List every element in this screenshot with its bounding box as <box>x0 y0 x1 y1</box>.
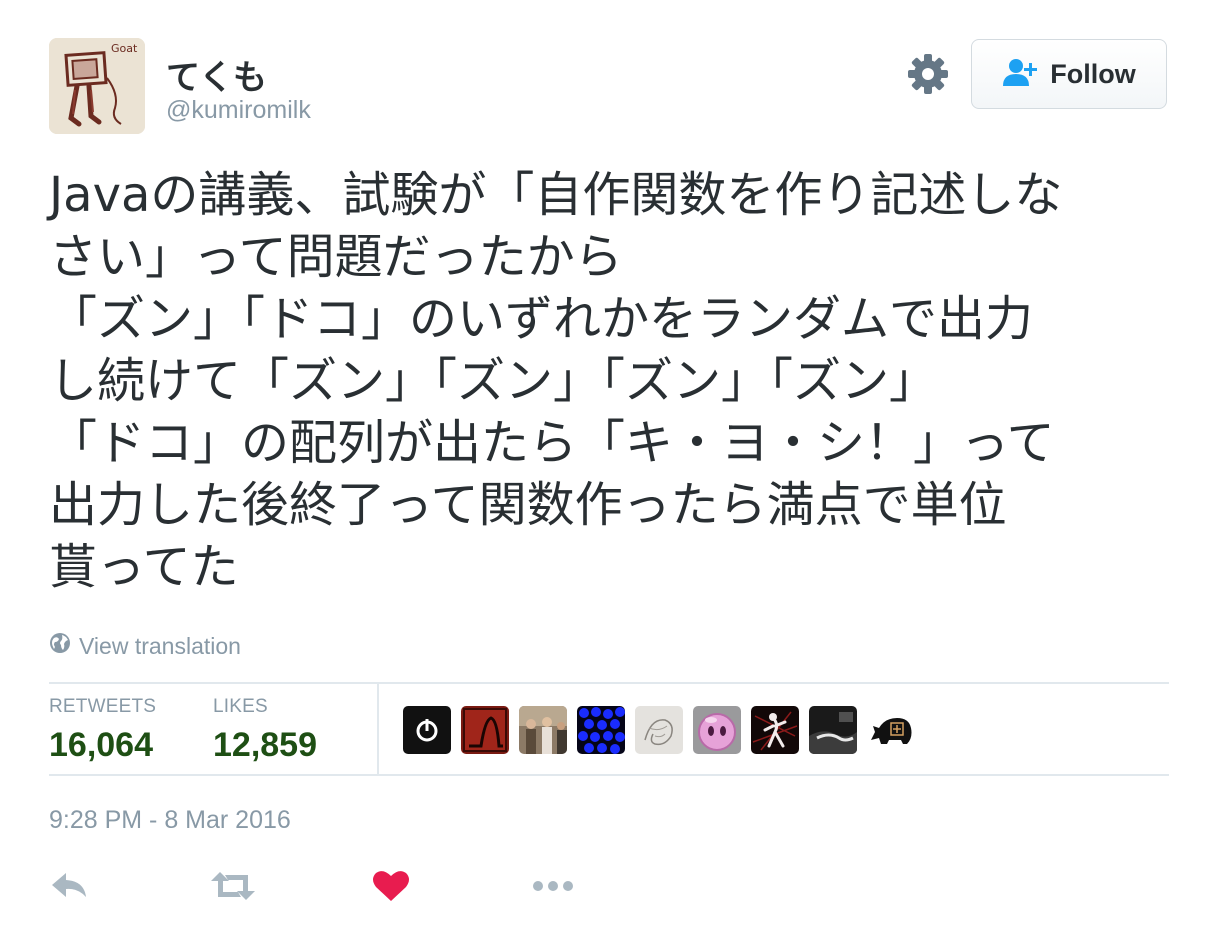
svg-text:Goat: Goat <box>111 42 138 55</box>
divider <box>49 682 1169 684</box>
add-user-icon <box>1002 57 1040 92</box>
liker-avatar[interactable] <box>867 706 915 754</box>
follow-button[interactable]: Follow <box>971 39 1167 109</box>
globe-icon <box>49 632 71 660</box>
view-translation-label: View translation <box>79 632 241 659</box>
like-icon[interactable] <box>372 864 410 908</box>
retweets-stat[interactable]: RETWEETS 16,064 <box>49 696 156 765</box>
liker-avatar[interactable] <box>461 706 509 754</box>
likes-stat[interactable]: LIKES 12,859 <box>213 696 317 765</box>
tweet-text-line: Javaの講義、試験が「自作関数を作り記述しな <box>49 167 1063 223</box>
divider <box>49 774 1169 776</box>
tweet-text-line: 「ドコ」の配列が出たら「キ・ヨ・シ！」って <box>49 415 1055 471</box>
liker-avatar[interactable] <box>751 706 799 754</box>
tweet-text-line: 貰ってた <box>49 539 239 595</box>
liker-avatar[interactable] <box>519 706 567 754</box>
liker-avatars <box>403 706 915 754</box>
retweet-icon[interactable] <box>210 864 256 908</box>
reply-icon[interactable] <box>50 864 88 908</box>
gear-icon[interactable] <box>904 50 952 98</box>
liker-avatar[interactable] <box>693 706 741 754</box>
tweet-text-line: 出力した後終了って関数作ったら満点で単位 <box>49 477 1007 533</box>
retweets-count: 16,064 <box>49 726 153 764</box>
tweet-timestamp[interactable]: 9:28 PM - 8 Mar 2016 <box>49 806 291 835</box>
display-name[interactable]: てくも <box>166 50 267 99</box>
liker-avatar[interactable] <box>403 706 451 754</box>
divider <box>377 684 379 774</box>
user-handle[interactable]: @kumiromilk <box>166 96 311 125</box>
tweet-text: Javaの講義、試験が「自作関数を作り記述しな さい」って問題だったから 「ズン… <box>49 164 1174 598</box>
liker-avatar[interactable] <box>809 706 857 754</box>
tweet-text-line: 「ズン」「ドコ」のいずれかをランダムで出力 <box>49 291 1034 347</box>
likes-count: 12,859 <box>213 726 317 764</box>
likes-label: LIKES <box>213 696 268 717</box>
retweets-label: RETWEETS <box>49 696 157 717</box>
liker-avatar[interactable] <box>577 706 625 754</box>
liker-avatar[interactable] <box>635 706 683 754</box>
more-icon[interactable] <box>532 864 574 908</box>
tweet-text-line: さい」って問題だったから <box>49 229 623 285</box>
tweet-text-line: し続けて「ズン」「ズン」「ズン」「ズン」 <box>49 353 938 409</box>
avatar[interactable]: Goat <box>49 38 145 134</box>
follow-button-label: Follow <box>1050 58 1136 89</box>
view-translation-link[interactable]: View translation <box>49 632 241 660</box>
